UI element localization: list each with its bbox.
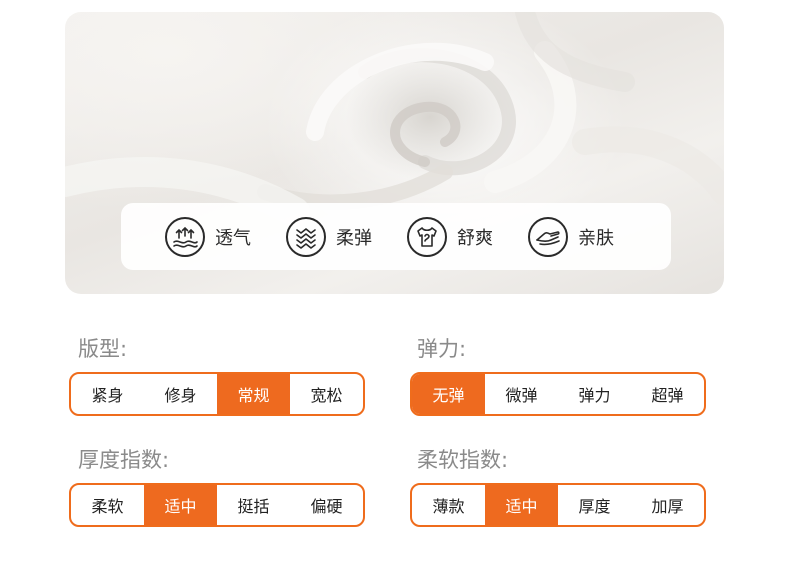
- option[interactable]: 宽松: [290, 374, 363, 414]
- thickness-selector: 柔软 适中 挺括 偏硬: [69, 483, 365, 527]
- option-selected[interactable]: 常规: [217, 374, 290, 414]
- feature-skin-friendly: 亲肤: [528, 203, 614, 270]
- option-selected[interactable]: 适中: [485, 485, 558, 525]
- softness-selector: 薄款 适中 厚度 加厚: [410, 483, 706, 527]
- option[interactable]: 挺括: [217, 485, 290, 525]
- shirt-icon: [407, 216, 447, 257]
- spec-title-softness: 柔软指数:: [417, 448, 509, 472]
- feature-breathable: 透气: [165, 203, 251, 270]
- spec-title-elasticity: 弹力:: [417, 337, 467, 361]
- feature-elastic: 柔弹: [286, 203, 372, 270]
- option-selected[interactable]: 适中: [144, 485, 217, 525]
- hand-touch-icon: [528, 216, 568, 257]
- option[interactable]: 偏硬: [290, 485, 363, 525]
- feature-label: 亲肤: [578, 227, 614, 249]
- option[interactable]: 微弹: [485, 374, 558, 414]
- feature-bar: 透气 柔弹 舒爽 亲肤: [121, 203, 671, 270]
- option[interactable]: 修身: [144, 374, 217, 414]
- option[interactable]: 柔软: [71, 485, 144, 525]
- feature-cool: 舒爽: [407, 203, 493, 270]
- fit-selector: 紧身 修身 常规 宽松: [69, 372, 365, 416]
- elasticity-selector: 无弹 微弹 弹力 超弹: [410, 372, 706, 416]
- option[interactable]: 厚度: [558, 485, 631, 525]
- breathable-arrows-icon: [165, 216, 205, 257]
- feature-label: 柔弹: [336, 227, 372, 249]
- elastic-waves-icon: [286, 216, 326, 257]
- feature-label: 透气: [215, 227, 251, 249]
- option[interactable]: 薄款: [412, 485, 485, 525]
- spec-title-thickness: 厚度指数:: [78, 448, 170, 472]
- feature-label: 舒爽: [457, 227, 493, 249]
- option[interactable]: 超弹: [631, 374, 704, 414]
- option[interactable]: 加厚: [631, 485, 704, 525]
- option[interactable]: 紧身: [71, 374, 144, 414]
- fabric-photo: 透气 柔弹 舒爽 亲肤: [65, 12, 724, 294]
- option-selected[interactable]: 无弹: [412, 374, 485, 414]
- option[interactable]: 弹力: [558, 374, 631, 414]
- spec-title-fit: 版型:: [78, 337, 128, 361]
